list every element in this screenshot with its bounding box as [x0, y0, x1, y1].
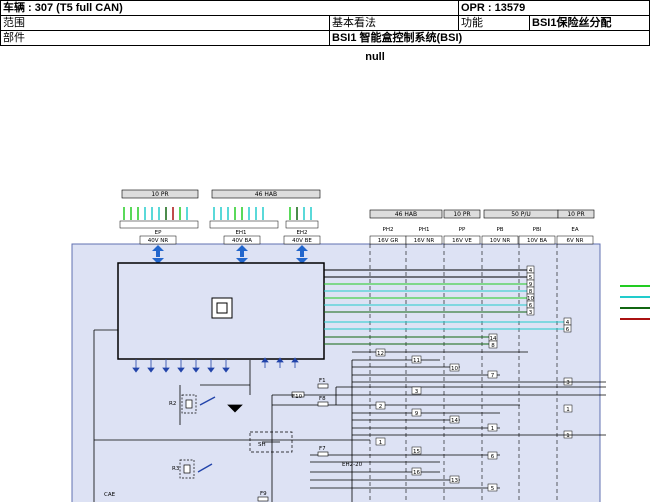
spec-0: 40V NR: [148, 238, 169, 244]
fuse-F9: F9: [260, 491, 267, 497]
spec-5: 16V VE: [452, 238, 472, 244]
svg-text:1: 1: [379, 440, 383, 446]
conn-head-0: 10 PR: [151, 191, 168, 198]
svg-text:7: 7: [491, 373, 495, 379]
svg-text:9: 9: [415, 411, 419, 417]
spec-4: 16V NR: [414, 238, 435, 244]
svg-text:13: 13: [451, 478, 458, 484]
conn-head-3: 10 PR: [453, 211, 470, 218]
relay-R2-label: R2: [169, 401, 176, 407]
top-connector-headers: 10 PR 46 HAB 46 HAB 10 PR 50 P/U 10 PR: [121, 189, 595, 219]
svg-text:2: 2: [379, 404, 383, 410]
wire-label-cae: CAE: [104, 492, 116, 498]
fuse-F7: F7: [319, 446, 326, 452]
connector-labels: EP EH1 EH2 PH2 PH1 PP PB PBI EA: [155, 227, 579, 236]
conn-id-EH1: EH1: [235, 230, 246, 236]
bsi-chip-icon: [211, 297, 233, 319]
conn-head-5: 10 PR: [567, 211, 584, 218]
svg-text:1: 1: [566, 407, 570, 413]
spec-2: 40V BE: [292, 238, 312, 244]
pin-strips: [119, 220, 319, 229]
svg-text:6: 6: [566, 327, 570, 333]
conn-id-EP: EP: [155, 230, 162, 236]
svg-text:1: 1: [491, 426, 495, 432]
svg-text:12: 12: [377, 351, 384, 357]
svg-text:5: 5: [491, 486, 495, 492]
fuse-F8: F8: [319, 396, 326, 402]
svg-text:3: 3: [415, 389, 419, 395]
conn-id-PH1: PH1: [419, 227, 430, 233]
fuse-F10: F10: [292, 394, 303, 400]
svg-text:6: 6: [491, 454, 495, 460]
switch-SH-label: SH: [258, 442, 266, 448]
relay-R3-label: R3: [172, 466, 180, 472]
conn-head-1: 46 HAB: [255, 191, 277, 198]
svg-text:1: 1: [566, 433, 570, 439]
conn-id-EH2: EH2: [296, 230, 307, 236]
wire-label-eh2-20: EH2-20: [342, 462, 363, 468]
conn-id-EA: EA: [571, 227, 578, 233]
svg-text:3: 3: [566, 380, 570, 386]
spec-7: 10V BA: [527, 238, 547, 244]
conn-id-PH2: PH2: [383, 227, 394, 233]
spec-1: 40V BA: [232, 238, 252, 244]
svg-text:15: 15: [413, 449, 420, 455]
svg-text:10: 10: [451, 366, 458, 372]
conn-head-2: 46 HAB: [395, 211, 417, 218]
conn-head-4: 50 P/U: [511, 211, 531, 218]
spec-3: 16V GR: [378, 238, 399, 244]
spec-8: 6V NR: [567, 238, 584, 244]
svg-text:16: 16: [413, 470, 420, 476]
svg-text:11: 11: [413, 358, 420, 364]
wiring-diagram: 10 PR 46 HAB 46 HAB 10 PR 50 P/U 10 PR E…: [71, 189, 650, 502]
svg-text:3: 3: [529, 310, 533, 316]
svg-text:8: 8: [491, 343, 495, 349]
connector-specs: 40V NR 40V BA 40V BE 16V GR 16V NR 16V V…: [139, 235, 594, 245]
wire-color-legend: [620, 285, 650, 320]
fuse-F1: F1: [319, 378, 326, 384]
spec-6: 10V NR: [490, 238, 511, 244]
conn-id-PB: PB: [496, 227, 503, 233]
conn-id-PBI: PBI: [533, 227, 542, 233]
top-wires: [123, 207, 312, 220]
svg-text:14: 14: [451, 418, 458, 424]
conn-id-PP: PP: [459, 227, 466, 233]
